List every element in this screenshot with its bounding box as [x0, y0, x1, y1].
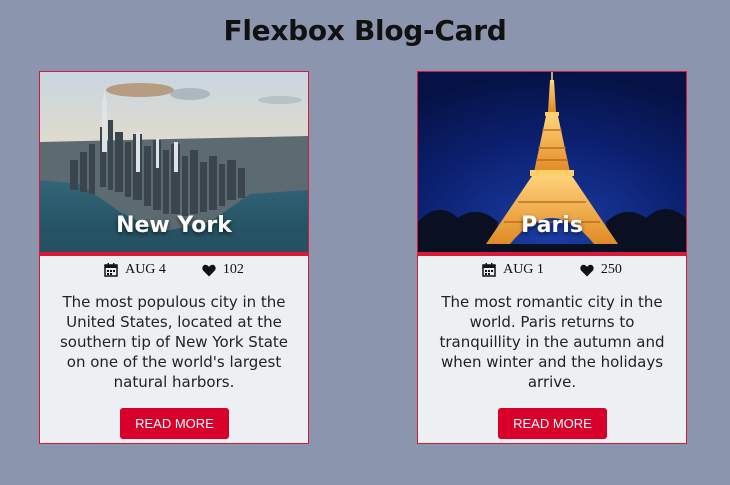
likes-info: 250 [580, 262, 622, 278]
blog-card-paris: Paris AUG 1 250 The most romantic city i… [417, 71, 687, 444]
heart-icon [580, 264, 594, 276]
card-description: The most romantic city in the world. Par… [439, 293, 665, 391]
card-image: New York [40, 72, 308, 256]
blog-card-new-york: New York AUG 4 102 The most populous cit… [39, 71, 309, 444]
likes-count: 250 [600, 262, 622, 277]
card-title: New York [116, 213, 232, 238]
read-more-button[interactable]: READ MORE [498, 408, 607, 439]
heart-icon [202, 264, 216, 276]
date-text: AUG 4 [125, 262, 166, 277]
card-title: Paris [521, 213, 583, 238]
date-info: AUG 4 [104, 262, 166, 278]
likes-count: 102 [222, 262, 244, 277]
card-description: The most populous city in the United Sta… [59, 293, 289, 391]
calendar-icon [482, 263, 496, 277]
read-more-button[interactable]: READ MORE [120, 408, 229, 439]
page-title: Flexbox Blog-Card [223, 14, 507, 47]
card-meta: AUG 1 250 [418, 256, 686, 284]
date-info: AUG 1 [482, 262, 544, 278]
calendar-icon [104, 263, 118, 277]
date-text: AUG 1 [503, 262, 544, 277]
card-meta: AUG 4 102 [40, 256, 308, 284]
likes-info: 102 [202, 262, 244, 278]
card-image: Paris [418, 72, 686, 256]
